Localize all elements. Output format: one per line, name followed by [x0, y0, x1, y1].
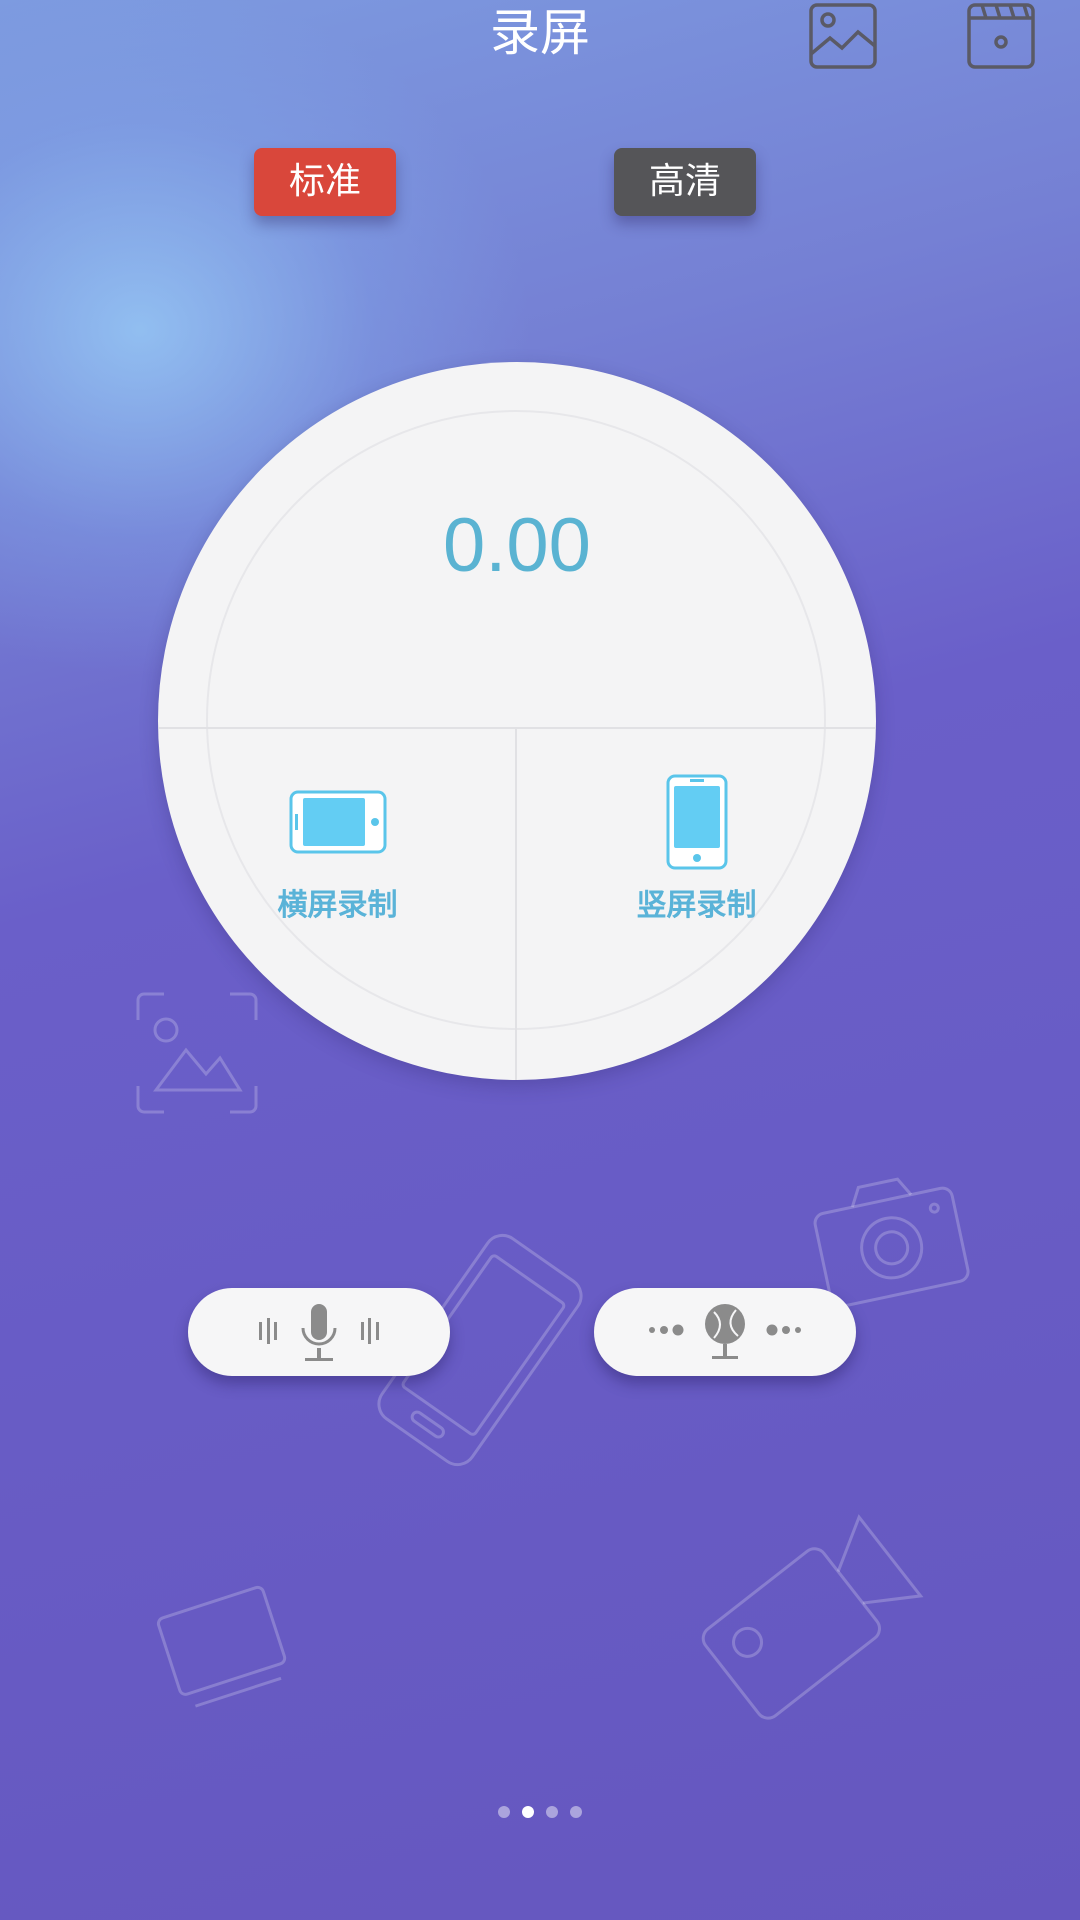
background-tablet-icon	[156, 1585, 287, 1708]
standard-quality-button[interactable]: 标准	[254, 148, 396, 216]
dial-divider-horizontal	[158, 727, 876, 729]
gallery-button[interactable]	[808, 2, 878, 70]
external-mic-toggle[interactable]	[594, 1288, 856, 1376]
record-timer: 0.00	[443, 503, 591, 588]
portrait-record-label: 竖屏录制	[636, 888, 757, 923]
record-dial: 0.00 横屏录制 竖屏录制	[158, 362, 876, 1080]
landscape-record-label: 横屏录制	[277, 888, 398, 923]
page-dot[interactable]	[498, 1806, 510, 1818]
microphone-icon	[259, 1304, 379, 1361]
page-dot-active[interactable]	[522, 1806, 534, 1818]
microphone-toggle[interactable]	[188, 1288, 450, 1376]
background-camera-icon	[813, 1177, 970, 1308]
landscape-phone-icon	[289, 790, 386, 854]
background-gallery-icon	[136, 992, 258, 1114]
video-file-icon	[967, 3, 1035, 69]
page-dot[interactable]	[570, 1806, 582, 1818]
portrait-phone-icon	[666, 774, 727, 870]
background-video-camera-icon	[701, 1514, 924, 1720]
image-icon	[809, 3, 877, 69]
landscape-record-button[interactable]: 横屏录制	[158, 772, 517, 924]
hd-quality-button[interactable]: 高清	[614, 148, 756, 216]
page-indicator	[0, 1806, 1080, 1818]
page-title: 录屏	[490, 4, 590, 62]
video-list-button[interactable]	[966, 2, 1036, 70]
page-dot[interactable]	[546, 1806, 558, 1818]
portrait-record-button[interactable]: 竖屏录制	[517, 772, 876, 924]
remote-mic-icon	[649, 1304, 801, 1359]
